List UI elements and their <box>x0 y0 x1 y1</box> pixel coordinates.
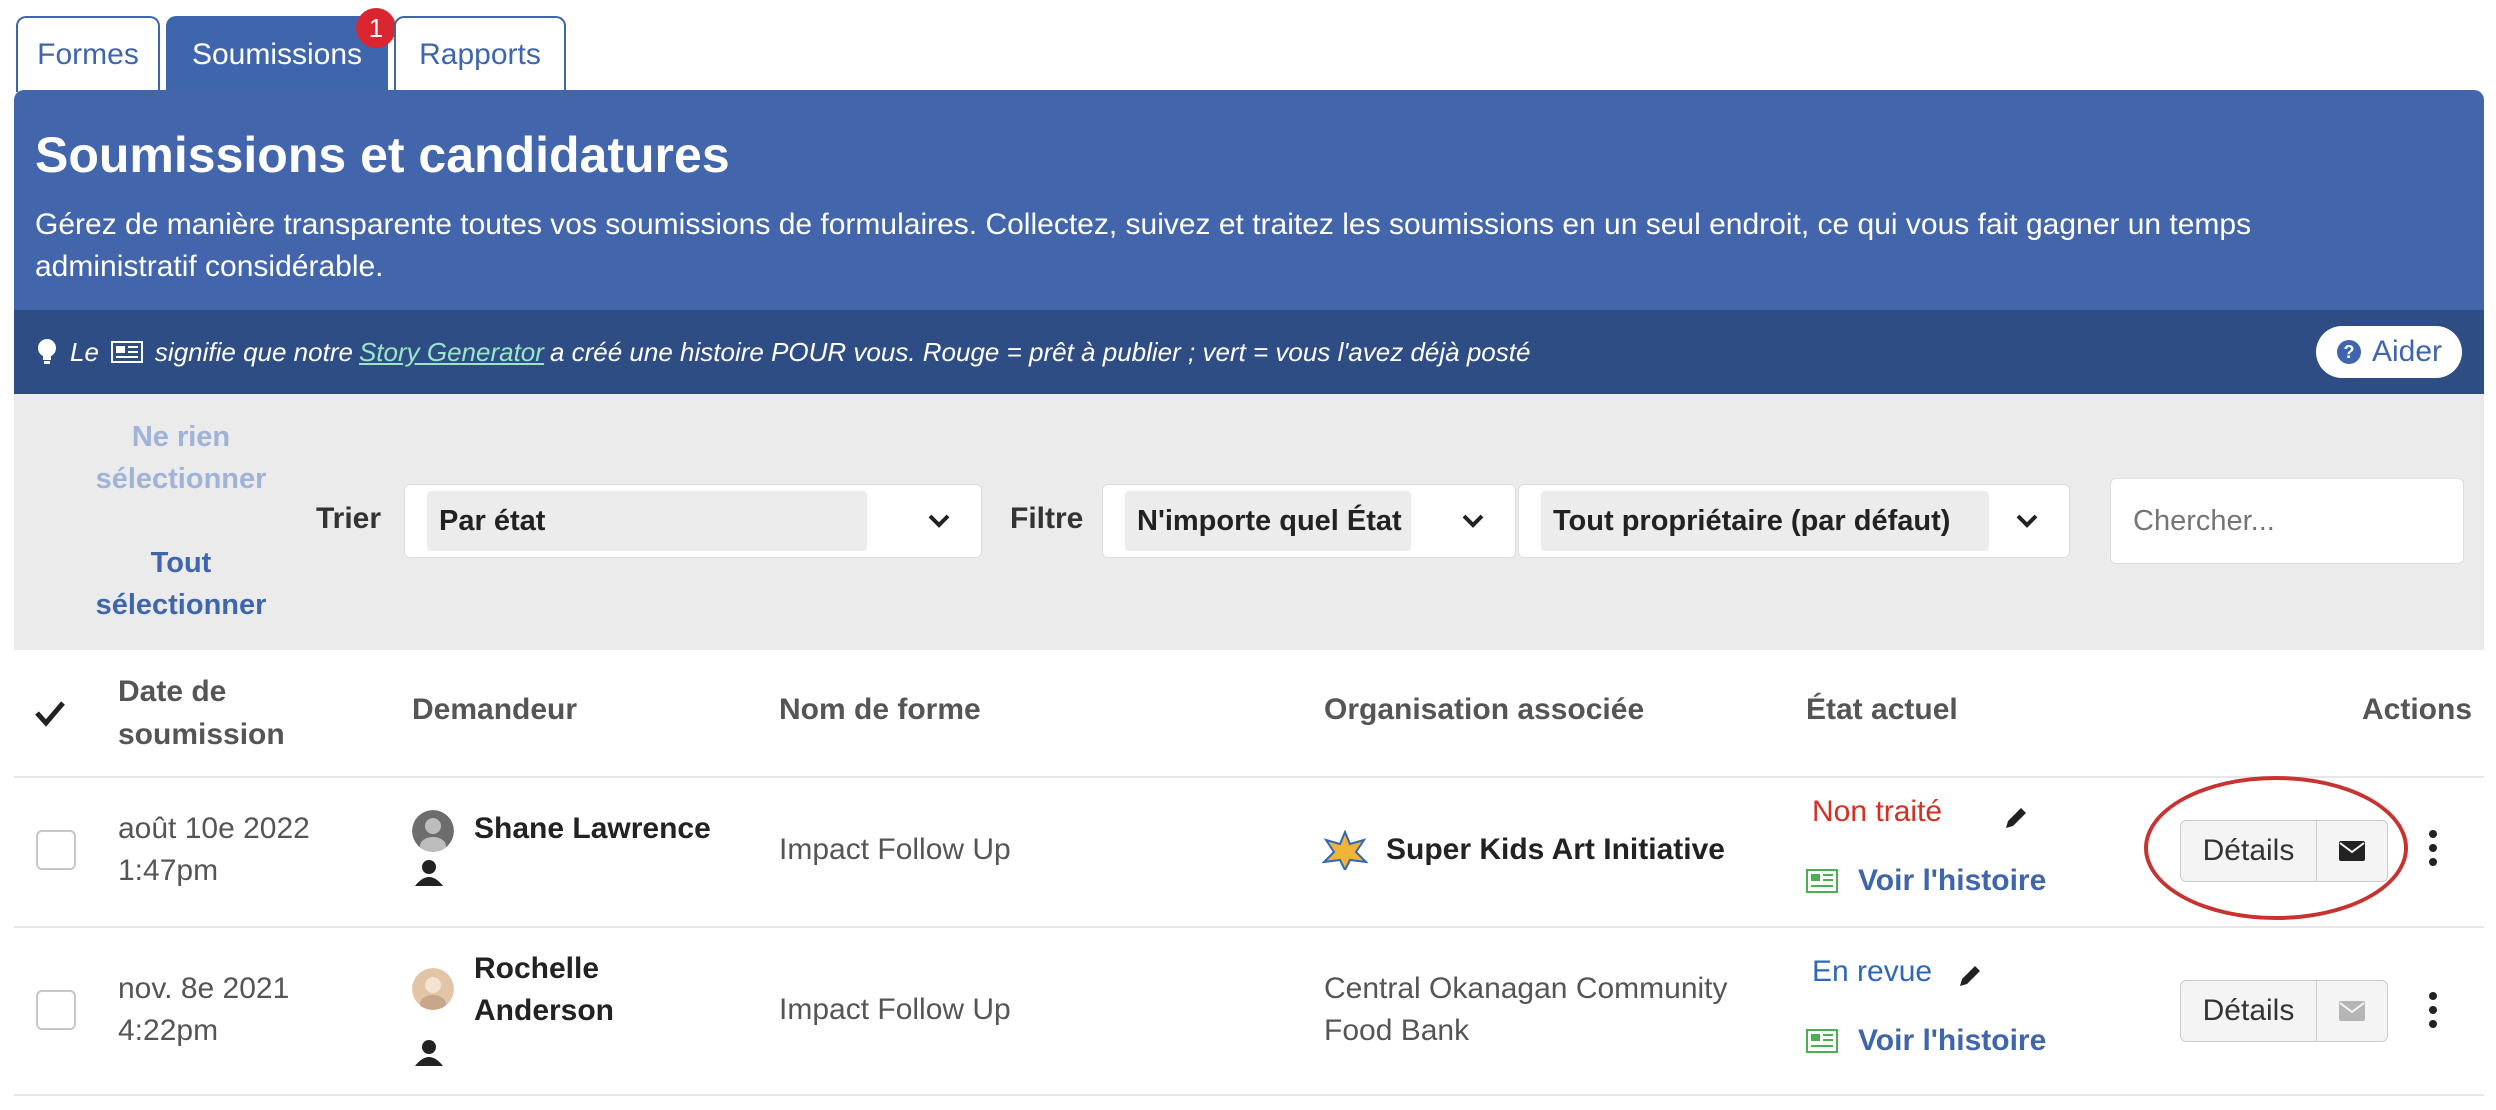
owner-select[interactable]: Tout propriétaire (par défaut) <box>1518 484 2070 558</box>
story-generator-link[interactable]: Story Generator <box>359 337 544 368</box>
tab-soumissions[interactable]: Soumissions <box>166 16 388 92</box>
header-requester[interactable]: Demandeur <box>412 693 577 727</box>
tip-bar: Le signifie que notre Story Generator a … <box>14 310 2484 394</box>
more-options-icon[interactable] <box>2428 830 2438 870</box>
submission-time: 4:22pm <box>118 1014 219 1047</box>
tab-formes[interactable]: Formes <box>16 16 160 92</box>
row-checkbox[interactable] <box>36 990 76 1030</box>
tab-soumissions-label: Soumissions <box>191 38 363 71</box>
tip-suffix: a créé une histoire POUR vous. Rouge = p… <box>549 336 1531 367</box>
details-button-group: Détails <box>2180 980 2388 1042</box>
header-form[interactable]: Nom de forme <box>779 693 981 727</box>
tab-formes-label: Formes <box>37 38 139 71</box>
chevron-down-icon <box>928 514 950 528</box>
sort-select[interactable]: Par état <box>404 484 982 558</box>
select-all-link[interactable]: Tout sélectionner <box>66 542 296 626</box>
details-button[interactable]: Détails <box>2181 981 2317 1041</box>
status-badge: En revue <box>1812 955 1933 988</box>
sort-label: Trier <box>316 502 382 535</box>
organization-name[interactable]: Super Kids Art Initiative <box>1386 829 1725 871</box>
envelope-icon <box>2339 1001 2365 1021</box>
page-header: Soumissions et candidatures Gérez de man… <box>14 90 2484 310</box>
filter-label: Filtre <box>1010 502 1084 535</box>
header-org[interactable]: Organisation associée <box>1324 693 1644 727</box>
form-name: Impact Follow Up <box>779 833 1011 866</box>
submission-date: nov. 8e 2021 <box>118 972 290 1005</box>
tab-rapports[interactable]: Rapports <box>394 16 566 92</box>
user-icon[interactable] <box>412 858 446 888</box>
owner-value: Tout propriétaire (par défaut) <box>1541 491 1989 551</box>
form-name: Impact Follow Up <box>779 993 1011 1026</box>
row-divider <box>14 776 2484 778</box>
state-value: N'importe quel État <box>1125 491 1411 551</box>
question-circle-icon: ? <box>2336 340 2361 364</box>
page-description: Gérez de manière transparente toutes vos… <box>35 208 2252 283</box>
tip-middle: signifie que notre <box>154 336 353 367</box>
organization-logo-icon <box>1322 830 1368 870</box>
lightbulb-icon <box>38 339 56 364</box>
tip-prefix: Le <box>70 336 99 367</box>
header-date[interactable]: Date de soumission <box>118 670 338 756</box>
tab-rapports-label: Rapports <box>419 38 541 71</box>
row-divider <box>14 1094 2484 1096</box>
submission-date: août 10e 2022 <box>118 812 310 845</box>
header-actions: Actions <box>2362 693 2473 726</box>
pencil-icon[interactable] <box>2002 804 2030 832</box>
status-badge: Non traité <box>1812 795 1943 828</box>
svg-text:?: ? <box>2343 342 2354 362</box>
row-checkbox[interactable] <box>36 830 76 870</box>
filter-bar: Ne rien sélectionner Tout sélectionner T… <box>14 394 2484 650</box>
state-select[interactable]: N'importe quel État <box>1102 484 1516 558</box>
newspaper-icon <box>110 341 143 363</box>
pencil-icon[interactable] <box>1956 962 1984 990</box>
help-button[interactable]: ? Aider <box>2315 326 2462 378</box>
requester-name[interactable]: Shane Lawrence <box>474 808 711 850</box>
header-state[interactable]: État actuel <box>1806 693 1958 727</box>
page-title: Soumissions et candidatures <box>35 127 730 183</box>
row-divider <box>14 926 2484 928</box>
search-input[interactable] <box>2110 478 2464 564</box>
avatar <box>412 968 454 1010</box>
organization-name: Central Okanagan Community Food Bank <box>1324 972 1728 1047</box>
view-story-link[interactable]: Voir l'histoire <box>1858 864 2046 898</box>
more-options-icon[interactable] <box>2428 992 2438 1032</box>
user-icon[interactable] <box>412 1038 446 1068</box>
newspaper-icon <box>1806 869 1838 893</box>
help-label: Aider <box>2371 335 2442 368</box>
chevron-down-icon <box>2016 514 2038 528</box>
sort-value: Par état <box>427 491 867 551</box>
chevron-down-icon <box>1462 514 1484 528</box>
newspaper-icon <box>1806 1029 1838 1053</box>
select-none-link[interactable]: Ne rien sélectionner <box>66 416 296 500</box>
submission-time: 1:47pm <box>118 854 219 887</box>
email-button[interactable] <box>2317 981 2387 1041</box>
notification-badge: 1 <box>356 8 396 48</box>
avatar <box>412 810 454 852</box>
checkmark-icon[interactable] <box>34 698 66 728</box>
highlight-circle <box>2144 776 2408 920</box>
view-story-link[interactable]: Voir l'histoire <box>1858 1024 2046 1058</box>
requester-name[interactable]: Rochelle Anderson <box>474 948 674 1032</box>
